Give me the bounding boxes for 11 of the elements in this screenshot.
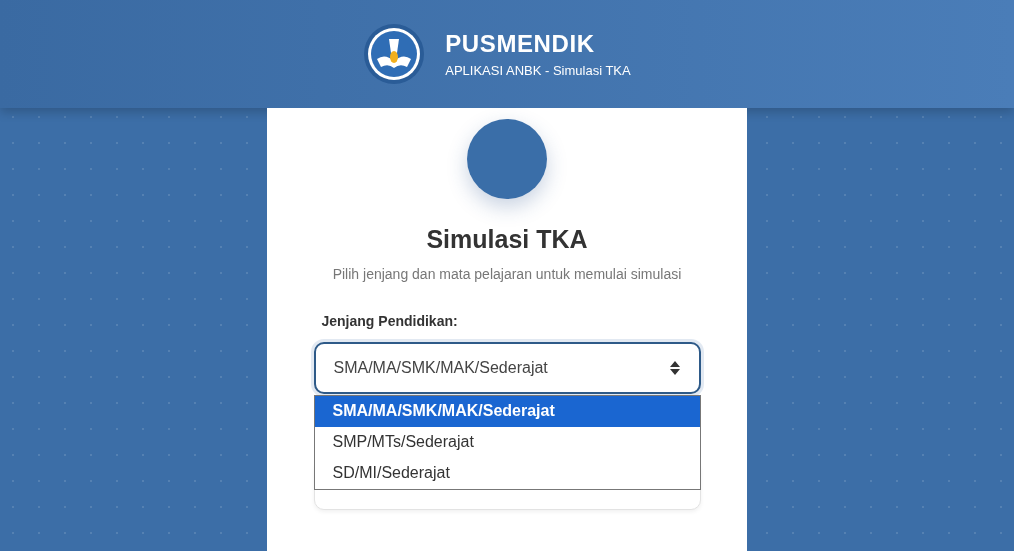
sort-arrows-icon xyxy=(668,359,681,376)
card-title: Simulasi TKA xyxy=(426,224,588,255)
field-label: Jenjang Pendidikan: xyxy=(321,311,459,331)
app-subtitle: APLIKASI ANBK - Simulasi TKA xyxy=(445,63,631,77)
card-description: Pilih jenjang dan mata pelajaran untuk memulai simulasi xyxy=(331,264,683,284)
emblem-icon xyxy=(363,23,426,85)
app-title: PUSMENDIK xyxy=(445,31,596,56)
dropdown-option[interactable]: SMA/MA/SMK/MAK/Sederajat xyxy=(314,395,700,427)
dropdown-option[interactable]: SMP/MTs/Sederajat xyxy=(314,426,700,458)
education-level-select[interactable]: SMA/MA/SMK/MAK/Sederajat xyxy=(313,341,701,394)
dropdown-option[interactable]: SD/MI/Sederajat xyxy=(314,457,700,489)
